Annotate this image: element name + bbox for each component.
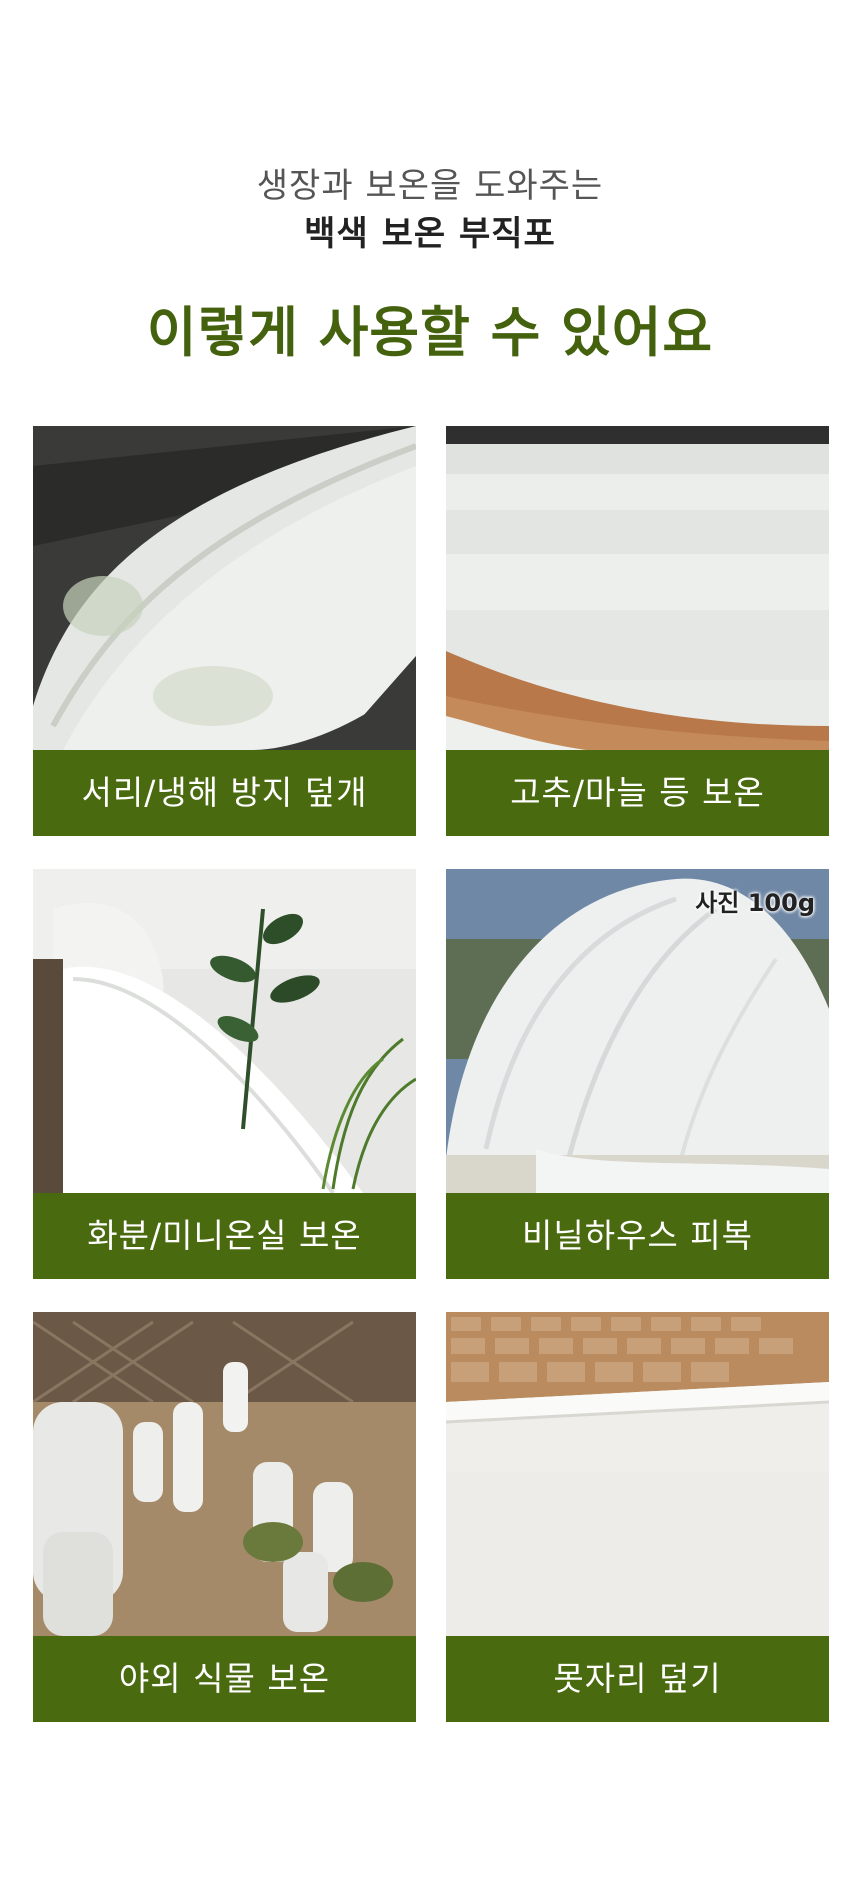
greenhouse-cover-photo: 사진 100g [446,869,829,1193]
usage-card-greenhouse: 사진 100g 비닐하우스 피복 [446,869,829,1279]
subtitle-line2: 백색 보온 부직포 [304,214,556,254]
usage-card-frost: 서리/냉해 방지 덮개 [33,426,416,836]
frost-cover-rows-photo [33,426,416,750]
potted-plant-wrap-photo [33,869,416,1193]
seedbed-cover-photo [446,1312,829,1636]
usage-card-seedbed: 못자리 덮기 [446,1312,829,1722]
caption-outdoor: 야외 식물 보온 [33,1636,416,1722]
page-title: 이렇게 사용할 수 있어요 [146,301,714,364]
usage-card-pepper-garlic: 고추/마늘 등 보온 [446,426,829,836]
pepper-garlic-field-photo [446,426,829,750]
photo-weight-badge: 사진 100g [695,889,815,917]
caption-pepper-garlic: 고추/마늘 등 보온 [446,750,829,836]
caption-greenhouse: 비닐하우스 피복 [446,1193,829,1279]
usage-card-outdoor: 야외 식물 보온 [33,1312,416,1722]
caption-seedbed: 못자리 덮기 [446,1636,829,1722]
caption-pot: 화분/미니온실 보온 [33,1193,416,1279]
usage-card-pot: 화분/미니온실 보온 [33,869,416,1279]
subtitle-line1: 생장과 보온을 도와주는 [256,166,604,206]
caption-frost: 서리/냉해 방지 덮개 [33,750,416,836]
outdoor-plants-wrap-photo [33,1312,416,1636]
